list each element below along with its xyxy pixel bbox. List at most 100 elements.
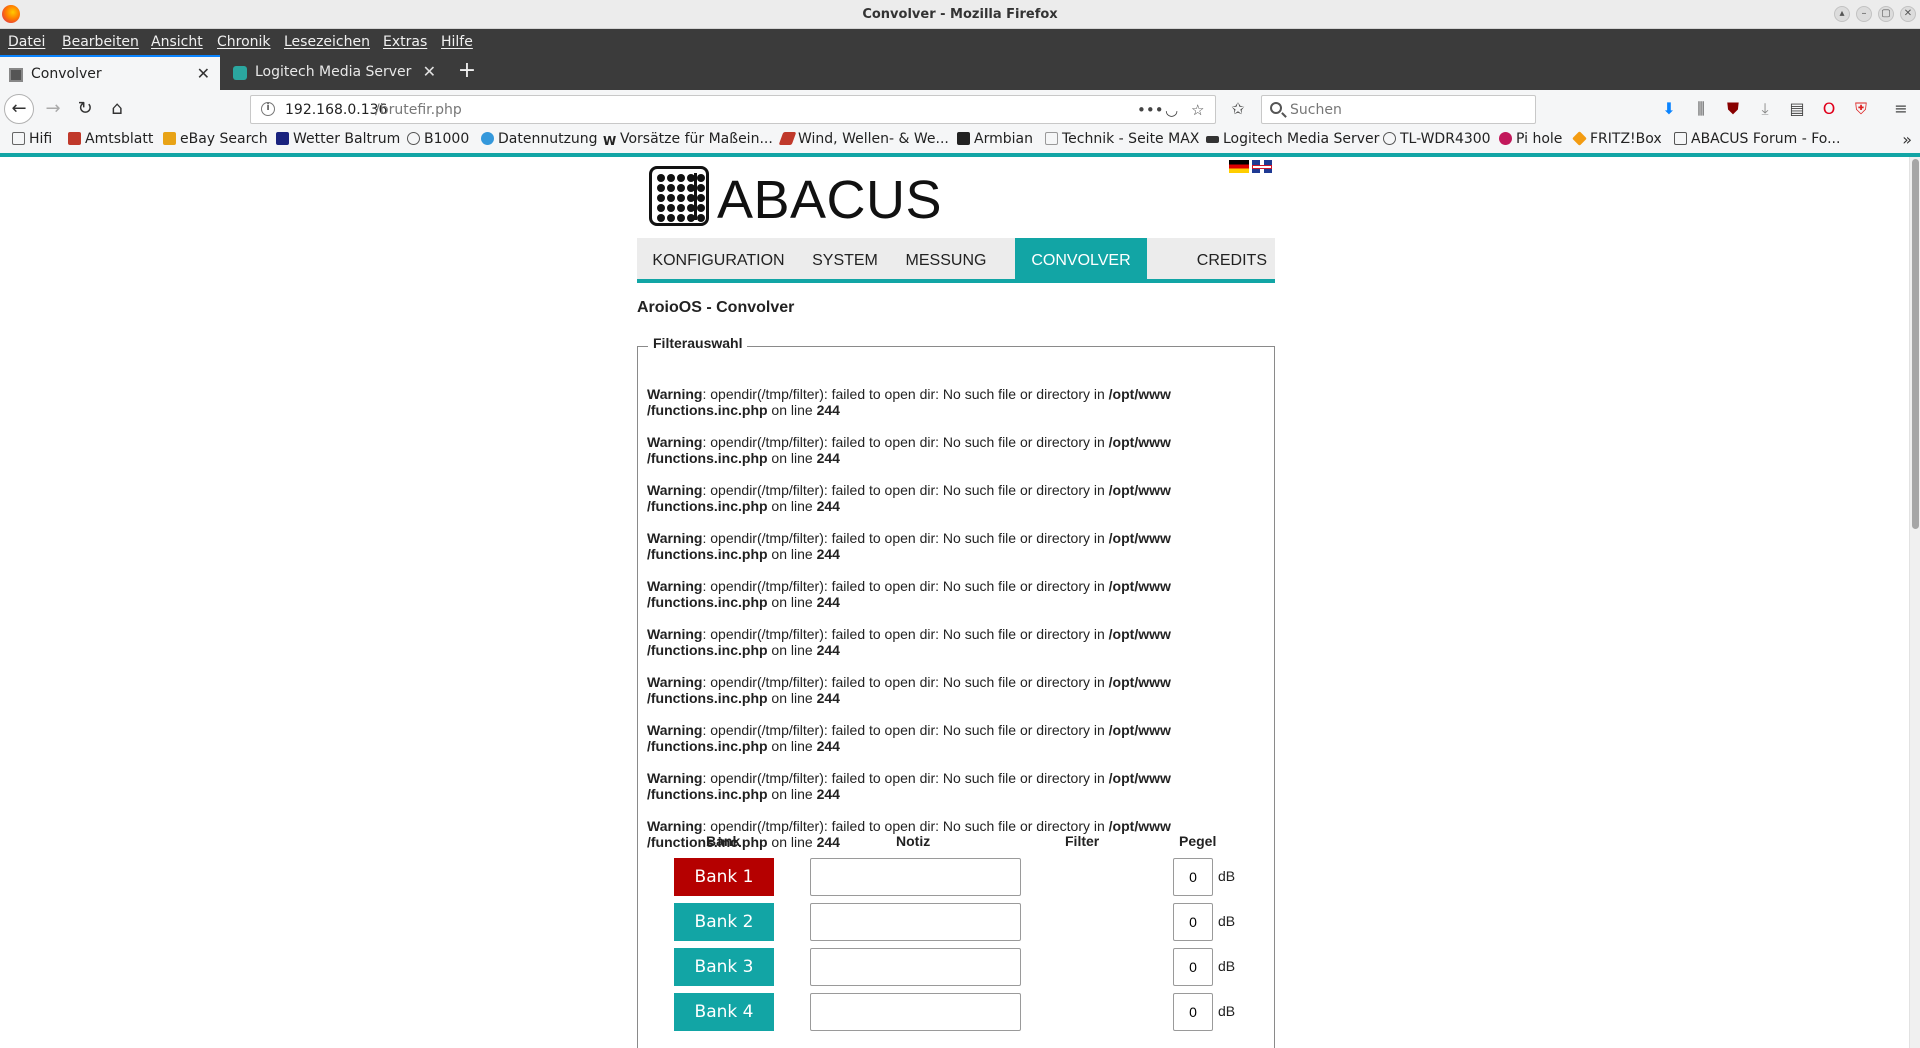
search-bar[interactable] [1261, 95, 1536, 124]
ublock-icon[interactable]: ⛊ [1722, 99, 1744, 119]
nav-credits[interactable]: CREDITS [1167, 238, 1267, 283]
window-titlebar: Convolver - Mozilla Firefox ▴ – ▢ ✕ [0, 0, 1920, 29]
bank-note-input[interactable] [810, 948, 1021, 986]
bookmark-ebay-search[interactable]: eBay Search [163, 131, 268, 147]
scrollbar-thumb[interactable] [1912, 159, 1919, 529]
search-input[interactable] [1290, 100, 1530, 120]
bank-button[interactable]: Bank 1 [674, 858, 774, 896]
navigation-bar: ← → ↻ ⌂ i 192.168.0.136 /brutefir.php ••… [0, 90, 1920, 128]
bank-button[interactable]: Bank 4 [674, 993, 774, 1031]
new-tab-button[interactable]: + [455, 59, 479, 85]
tab-logitech-media-server[interactable]: Logitech Media Server ✕ [224, 55, 446, 90]
tab-label: Logitech Media Server [255, 64, 412, 80]
menubar: Datei Bearbeiten Ansicht Chronik Lesezei… [0, 29, 1920, 55]
pegel-unit-label: dB [1218, 1003, 1236, 1019]
download-arrow-icon[interactable]: ⤓ [1754, 99, 1776, 119]
site-info-icon[interactable]: i [261, 102, 275, 116]
bookmark-fritzbox[interactable]: FRITZ!Box [1572, 131, 1662, 147]
page-scrollbar[interactable] [1909, 157, 1920, 1048]
bank-pegel-input[interactable] [1173, 858, 1213, 896]
globe-icon [1383, 132, 1396, 145]
home-button[interactable]: ⌂ [103, 96, 131, 124]
main-navigation: KONFIGURATION SYSTEM MESSUNG CONVOLVER C… [637, 238, 1275, 283]
bookmark-tl-wdr4300[interactable]: TL-WDR4300 [1383, 131, 1491, 147]
bank-note-input[interactable] [810, 903, 1021, 941]
nav-konfiguration[interactable]: KONFIGURATION [637, 238, 800, 283]
armbian-icon [957, 132, 970, 145]
bank-button[interactable]: Bank 2 [674, 903, 774, 941]
ebay-icon [163, 132, 176, 145]
bookmark-vorsaetze[interactable]: W Vorsätze für Maßein... [603, 131, 773, 148]
nav-convolver[interactable]: CONVOLVER [1015, 238, 1147, 283]
library-icon[interactable]: ⫼ [1690, 99, 1712, 119]
bookmark-technik-seite-max[interactable]: Technik - Seite MAX [1045, 131, 1199, 147]
forum-icon [1674, 132, 1687, 145]
warning-message: Warning: opendir(/tmp/filter): failed to… [647, 434, 1171, 466]
bookmark-wetter-baltrum[interactable]: Wetter Baltrum [276, 131, 400, 147]
menu-ansicht[interactable]: Ansicht [151, 34, 203, 50]
warning-message: Warning: opendir(/tmp/filter): failed to… [647, 722, 1171, 754]
menu-hilfe[interactable]: Hilfe [441, 34, 473, 50]
window-up-icon[interactable]: ▴ [1834, 6, 1850, 22]
hamburger-menu-icon[interactable]: ≡ [1890, 99, 1912, 118]
tab-close-icon[interactable]: ✕ [423, 62, 436, 81]
bookmark-hifi[interactable]: Hifi [12, 131, 52, 147]
tab-close-icon[interactable]: ✕ [197, 64, 210, 83]
english-flag-icon[interactable] [1252, 160, 1272, 173]
bookmarks-bar: Hifi Amtsblatt eBay Search Wetter Baltru… [0, 128, 1920, 153]
back-button[interactable]: ← [4, 94, 34, 124]
bookmark-wind-wellen[interactable]: Wind, Wellen- & We... [778, 131, 949, 147]
reader-view-icon[interactable]: ✩ [1227, 99, 1249, 118]
bookmark-armbian[interactable]: Armbian [957, 131, 1033, 147]
pegel-unit-label: dB [1218, 913, 1236, 929]
bookmark-b1000[interactable]: B1000 [407, 131, 469, 147]
pocket-icon[interactable]: ◡ [1165, 101, 1178, 119]
menu-datei[interactable]: Datei [8, 34, 45, 50]
bank-note-input[interactable] [810, 858, 1021, 896]
pegel-unit-label: dB [1218, 868, 1236, 884]
warning-message: Warning: opendir(/tmp/filter): failed to… [647, 626, 1171, 658]
nav-system[interactable]: SYSTEM [800, 238, 890, 283]
downloads-icon[interactable]: ⬇ [1658, 99, 1680, 118]
fritzbox-icon [1572, 131, 1587, 146]
url-bar[interactable]: i 192.168.0.136 /brutefir.php ••• ◡ ☆ [250, 95, 1216, 124]
window-close-icon[interactable]: ✕ [1900, 6, 1916, 22]
wind-flag-icon [778, 132, 797, 145]
bank-note-input[interactable] [810, 993, 1021, 1031]
bookmark-amtsblatt[interactable]: Amtsblatt [68, 131, 153, 147]
tab-strip: Convolver ✕ Logitech Media Server ✕ + [0, 55, 1920, 90]
page-actions-icon[interactable]: ••• [1137, 101, 1164, 119]
nav-messung[interactable]: MESSUNG [890, 238, 1002, 283]
bookmark-datennutzung[interactable]: Datennutzung [481, 131, 598, 147]
logitech-icon [1206, 136, 1219, 143]
reload-button[interactable]: ↻ [71, 96, 99, 124]
tab-convolver[interactable]: Convolver ✕ [0, 55, 220, 90]
menu-extras[interactable]: Extras [383, 34, 427, 50]
shield-icon[interactable]: ⛨ [1850, 99, 1872, 119]
globe-icon [407, 132, 420, 145]
folder-icon [12, 132, 25, 145]
url-path: /brutefir.php [375, 102, 462, 118]
window-maximize-icon[interactable]: ▢ [1878, 6, 1894, 22]
bank-pegel-input[interactable] [1173, 903, 1213, 941]
sidebar-icon[interactable]: ▤ [1786, 99, 1808, 118]
opera-icon[interactable]: O [1818, 99, 1840, 118]
menu-chronik[interactable]: Chronik [217, 34, 271, 50]
bookmark-pi-hole[interactable]: Pi hole [1499, 131, 1562, 147]
bookmark-abacus-forum[interactable]: ABACUS Forum - Fo... [1674, 131, 1840, 147]
bank-pegel-input[interactable] [1173, 993, 1213, 1031]
german-flag-icon[interactable] [1229, 160, 1249, 173]
weather-icon [276, 132, 289, 145]
window-minimize-icon[interactable]: – [1856, 6, 1872, 22]
bookmark-logitech-media-server[interactable]: Logitech Media Server [1206, 131, 1379, 147]
abacus-logo-text: ABACUS [717, 170, 943, 230]
bank-button[interactable]: Bank 3 [674, 948, 774, 986]
forward-button[interactable]: → [39, 96, 67, 124]
bookmarks-overflow-icon[interactable]: » [1902, 130, 1912, 149]
menu-lesezeichen[interactable]: Lesezeichen [284, 34, 370, 50]
menu-bearbeiten[interactable]: Bearbeiten [62, 34, 139, 50]
bank-pegel-input[interactable] [1173, 948, 1213, 986]
fieldset-legend: Filterauswahl [648, 335, 748, 351]
bookmark-star-icon[interactable]: ☆ [1191, 101, 1204, 119]
raspberry-icon [1499, 132, 1512, 145]
